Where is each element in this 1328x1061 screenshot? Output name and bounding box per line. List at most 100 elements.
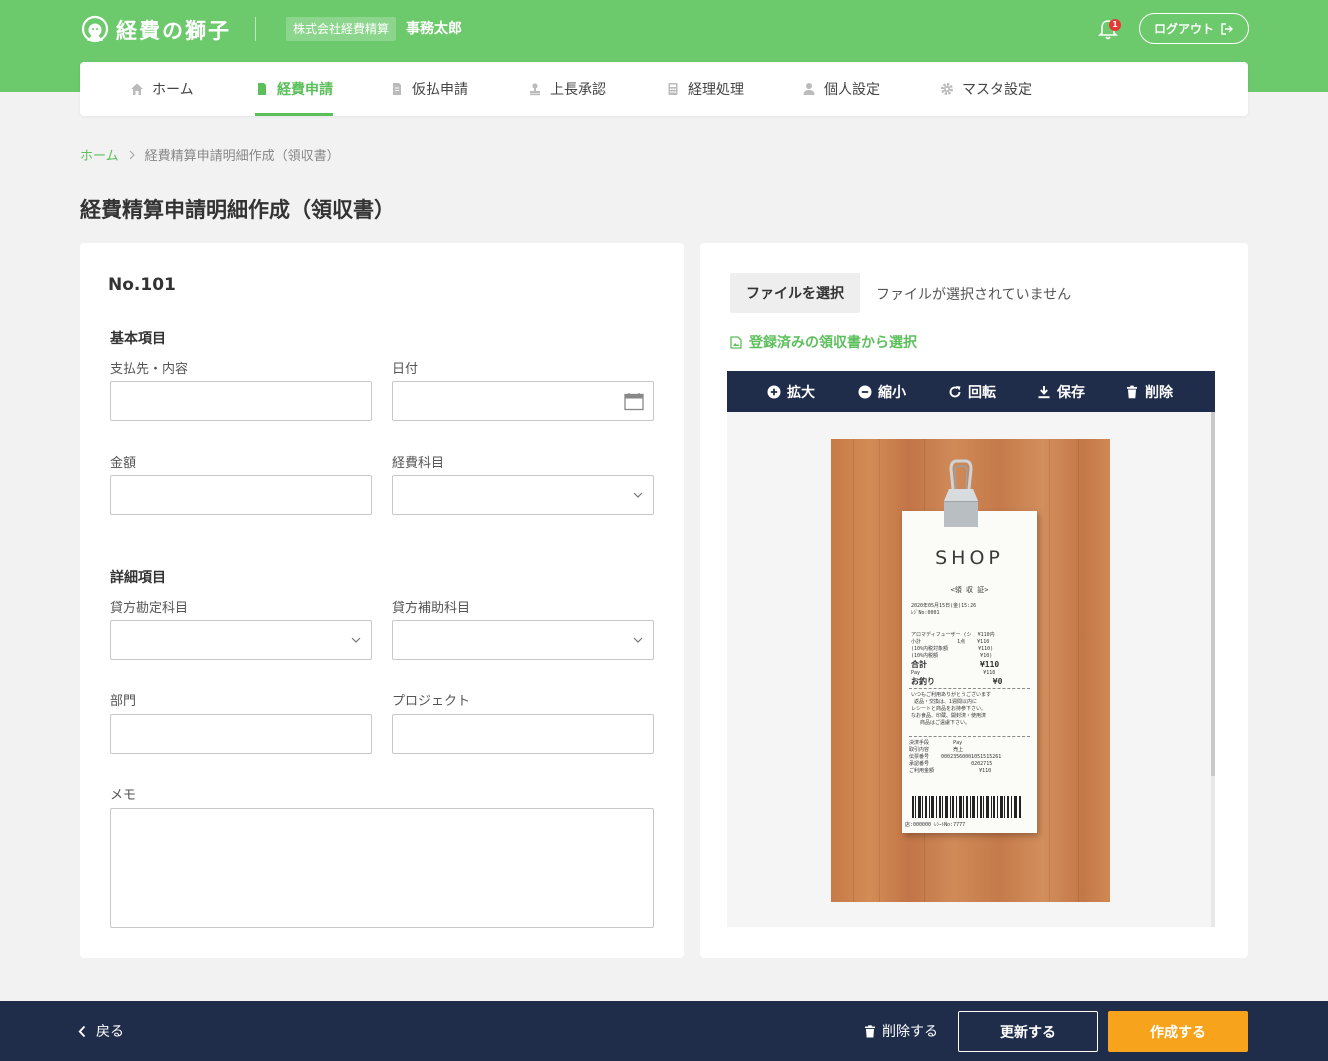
nav-item-accounting[interactable]: 経理処理	[666, 62, 744, 116]
receipt-card: ファイルを選択 ファイルが選択されていません 登録済みの領収書から選択 拡大 縮…	[700, 243, 1248, 958]
receipt-viewer[interactable]: SHOP <領 収 証> 2020年05月15日(金)15:26 ﾚｼﾞNo:0…	[727, 412, 1215, 927]
credit-sub-account-select[interactable]	[392, 620, 654, 660]
page-title: 経費精算申請明細作成（領収書）	[80, 198, 395, 222]
registered-link-label: 登録済みの領収書から選択	[749, 335, 917, 351]
credit-account-label: 貸方勘定科目	[110, 601, 189, 616]
receipt-heading: <領 収 証>	[950, 586, 989, 594]
header-divider	[255, 17, 256, 41]
delete-button[interactable]: 削除する	[864, 1021, 938, 1041]
rotate-button[interactable]: 回転	[948, 371, 996, 412]
registered-receipt-link[interactable]: 登録済みの領収書から選択	[730, 332, 917, 352]
record-number: No.101	[108, 275, 176, 295]
create-button[interactable]: 作成する	[1108, 1011, 1248, 1052]
download-icon	[1038, 385, 1050, 398]
document-icon	[258, 83, 266, 95]
logout-button[interactable]: ログアウト	[1139, 13, 1249, 44]
viewer-scrollbar-thumb[interactable]	[1211, 412, 1215, 776]
back-button[interactable]: 戻る	[78, 1021, 124, 1041]
calculator-icon	[668, 83, 678, 95]
receipt-datetime: 2020年05月15日(金)15:26	[911, 603, 977, 609]
project-label: プロジェクト	[392, 694, 471, 709]
logo-text: 経費の獅子	[116, 19, 231, 43]
expense-category-select[interactable]	[392, 475, 654, 515]
receipt-paper: SHOP <領 収 証> 2020年05月15日(金)15:26 ﾚｼﾞNo:0…	[902, 511, 1037, 833]
home-icon	[131, 83, 143, 95]
receipt-payment-details: 決済手段 Pay 取引内容 売上 伝票番号 000235600010515152…	[909, 740, 1002, 774]
notification-badge: 1	[1109, 19, 1121, 31]
save-label: 保存	[1057, 384, 1085, 401]
zoom-out-icon	[858, 385, 872, 398]
nav-item-approval[interactable]: 上長承認	[528, 62, 606, 116]
delete-label: 削除する	[882, 1024, 938, 1040]
nav-item-home[interactable]: ホーム	[130, 62, 194, 116]
date-input[interactable]	[392, 381, 654, 421]
department-label: 部門	[110, 694, 137, 709]
receipt-tax-target: (10%内税対象額 ¥110)	[911, 646, 994, 652]
choose-file-button[interactable]: ファイルを選択	[730, 273, 860, 313]
zoom-in-label: 拡大	[787, 384, 815, 401]
memo-textarea[interactable]	[110, 808, 654, 928]
nav-item-advance[interactable]: 仮払申請	[390, 62, 468, 116]
nav-label: 仮払申請	[412, 82, 468, 98]
zoom-in-button[interactable]: 拡大	[767, 371, 815, 412]
receipt-tax-amount: (10%内税額 ¥10)	[911, 653, 993, 659]
credit-sub-account-label: 貸方補助科目	[392, 601, 471, 616]
project-input[interactable]	[392, 714, 654, 754]
nav-label: 経理処理	[688, 82, 744, 98]
nav-label: 上長承認	[550, 82, 606, 98]
viewer-delete-button[interactable]: 削除	[1125, 371, 1173, 412]
basic-section-heading: 基本項目	[110, 331, 166, 347]
update-button[interactable]: 更新する	[958, 1011, 1098, 1052]
binder-clip-icon	[944, 459, 978, 527]
nav-item-personal[interactable]: 個人設定	[802, 62, 880, 116]
receipt-footer: 店:000000 ﾚｼｰﾄNo:7777	[905, 822, 966, 828]
receipt-photo: SHOP <領 収 証> 2020年05月15日(金)15:26 ﾚｼﾞNo:0…	[831, 439, 1110, 902]
rotate-icon	[949, 385, 961, 397]
user-icon	[803, 83, 815, 95]
receipt-shop-name: SHOP	[935, 547, 1004, 569]
chevron-down-icon	[633, 637, 643, 643]
file-status: ファイルが選択されていません	[876, 287, 1072, 303]
breadcrumb-home-link[interactable]: ホーム	[80, 145, 119, 164]
user-name: 事務太郎	[406, 21, 462, 37]
nav-label: ホーム	[152, 82, 194, 98]
zoom-in-icon	[767, 385, 781, 398]
payee-input[interactable]	[110, 381, 372, 421]
logout-icon	[1221, 22, 1233, 35]
nav-item-expense[interactable]: 経費申請	[255, 62, 333, 116]
department-input[interactable]	[110, 714, 372, 754]
gear-icon	[941, 83, 953, 95]
breadcrumb: ホーム 経費精算申請明細作成（領収書）	[80, 145, 340, 164]
back-label: 戻る	[96, 1024, 124, 1040]
zoom-out-label: 縮小	[878, 384, 906, 401]
detail-section-heading: 詳細項目	[110, 570, 166, 586]
chevron-left-icon	[78, 1025, 86, 1037]
lion-logo-icon	[81, 15, 109, 43]
memo-label: メモ	[110, 788, 137, 803]
action-bar: 戻る 削除する 更新する 作成する	[0, 1001, 1328, 1061]
nav-item-master[interactable]: マスタ設定	[940, 62, 1032, 116]
trash-icon	[865, 1024, 875, 1037]
form-card: No.101 基本項目 支払先・内容 日付 金額 経費科目 詳細項目 貸方勘定科…	[80, 243, 684, 958]
credit-account-select[interactable]	[110, 620, 372, 660]
receipt-divider	[909, 736, 1030, 737]
save-button[interactable]: 保存	[1037, 371, 1085, 412]
nav-label: マスタ設定	[962, 82, 1032, 98]
calendar-icon[interactable]	[624, 392, 644, 411]
receipt-item-line: アロマディフューザー (シ ¥110内	[911, 632, 995, 638]
main-nav: ホーム 経費申請 仮払申請 上長承認 経理処理 個人設定 マスタ設定	[80, 62, 1248, 116]
app-logo[interactable]: 経費の獅子	[80, 14, 231, 46]
nav-label: 個人設定	[824, 82, 880, 98]
rotate-label: 回転	[968, 384, 996, 401]
barcode-icon	[912, 796, 1021, 818]
zoom-out-button[interactable]: 縮小	[858, 371, 906, 412]
amount-input[interactable]	[110, 475, 372, 515]
receipt-message: いつもご利用ありがとうございます 返品・交換は、1週間以内に レシートと商品をお…	[911, 692, 992, 726]
chevron-down-icon	[351, 637, 361, 643]
viewer-toolbar: 拡大 縮小 回転 保存 削除	[727, 371, 1215, 412]
receipt-total: 合計 ¥110	[911, 660, 1000, 669]
receipt-register: ﾚｼﾞNo:0001	[911, 610, 940, 616]
receipt-change: お釣り ¥0	[911, 677, 1003, 686]
chevron-right-icon	[129, 150, 135, 159]
payee-label: 支払先・内容	[110, 362, 189, 377]
